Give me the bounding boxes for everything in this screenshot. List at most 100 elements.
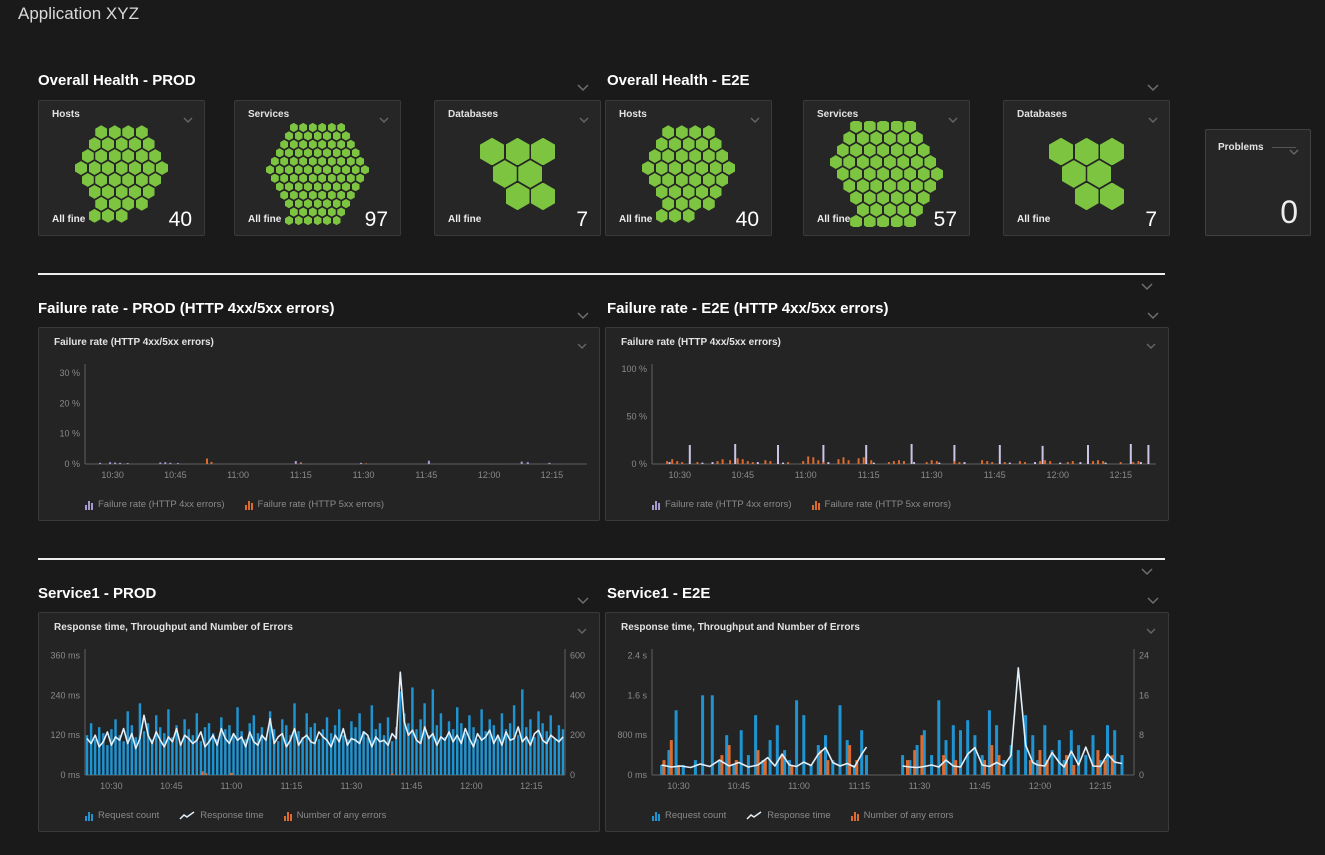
hexagon-entity[interactable] (122, 173, 134, 187)
hexagon-entity[interactable] (290, 157, 298, 166)
hexagon-entity[interactable] (656, 137, 668, 151)
legend-item[interactable]: Failure rate (HTTP 5xx errors) (245, 499, 385, 510)
hexagon-entity[interactable] (122, 197, 134, 211)
chart-tile-service-prod[interactable]: Response time, Throughput and Number of … (38, 612, 600, 832)
hexagon-entity[interactable] (323, 165, 331, 174)
hexagon-entity[interactable] (285, 182, 293, 191)
hexagon-entity[interactable] (843, 131, 855, 145)
hexagon-entity[interactable] (89, 185, 101, 199)
hexagon-entity[interactable] (884, 179, 896, 193)
hexagon-entity[interactable] (95, 149, 107, 163)
hexagon-entity[interactable] (143, 161, 155, 175)
hexagon-entity[interactable] (683, 209, 695, 223)
hexagon-entity[interactable] (904, 121, 916, 133)
hexagon-entity[interactable] (356, 174, 364, 183)
legend-item[interactable]: Response time (179, 810, 263, 821)
hexagon-entity[interactable] (109, 149, 121, 163)
hexagon-entity[interactable] (723, 161, 735, 175)
hexagon-entity[interactable] (347, 157, 355, 166)
chevron-down-icon[interactable] (1140, 563, 1154, 572)
hexagon-entity[interactable] (276, 165, 284, 174)
hexagon-entity[interactable] (716, 149, 728, 163)
hexagon-entity[interactable] (924, 155, 936, 169)
hexagon-entity[interactable] (656, 185, 668, 199)
hexagon-entity[interactable] (95, 197, 107, 211)
hexagon-entity[interactable] (843, 179, 855, 193)
hexagon-entity[interactable] (918, 167, 930, 181)
hexagon-entity[interactable] (271, 157, 279, 166)
hexagon-entity[interactable] (285, 131, 293, 140)
hexagon-entity[interactable] (290, 174, 298, 183)
hexagon-entity[interactable] (304, 131, 312, 140)
hexagon-entity[interactable] (518, 160, 542, 188)
hexagon-entity[interactable] (304, 165, 312, 174)
hexagon-entity[interactable] (314, 165, 322, 174)
hexagon-entity[interactable] (689, 149, 701, 163)
hexagon-entity[interactable] (314, 216, 322, 225)
hexagon-entity[interactable] (337, 174, 345, 183)
hexagon-entity[interactable] (333, 182, 341, 191)
hexagon-entity[interactable] (299, 157, 307, 166)
hexagon-entity[interactable] (361, 165, 369, 174)
hexagon-entity[interactable] (870, 203, 882, 217)
service-prod-chart[interactable]: 360 ms240 ms120 ms0 ms600400200010:3010:… (39, 637, 599, 799)
hexagon-entity[interactable] (333, 148, 341, 157)
service-e2e-chart[interactable]: 2.4 s1.6 s800 ms0 ms24168010:3010:4511:0… (606, 637, 1168, 799)
chevron-down-icon[interactable] (576, 307, 590, 316)
problems-tile[interactable]: Problems 0 (1205, 129, 1311, 236)
hexagon-entity[interactable] (1075, 138, 1099, 166)
chevron-down-icon[interactable] (576, 337, 590, 346)
hexagon-entity[interactable] (280, 140, 288, 149)
hexagon-entity[interactable] (333, 216, 341, 225)
hexagon-entity[interactable] (333, 199, 341, 208)
chevron-down-icon[interactable] (1145, 337, 1159, 346)
chevron-down-icon[interactable] (378, 111, 392, 120)
hexagon-entity[interactable] (309, 207, 317, 216)
hexagon-entity[interactable] (285, 216, 293, 225)
hexagon-entity[interactable] (710, 137, 722, 151)
chevron-down-icon[interactable] (1146, 307, 1160, 316)
hexagon-entity[interactable] (710, 185, 722, 199)
hexagon-entity[interactable] (689, 173, 701, 187)
hexagon-entity[interactable] (864, 191, 876, 205)
hexagon-entity[interactable] (337, 191, 345, 200)
hexagon-entity[interactable] (1100, 138, 1124, 166)
hexagon-entity[interactable] (843, 155, 855, 169)
hexagon-entity[interactable] (911, 131, 923, 145)
hexagon-entity[interactable] (102, 161, 114, 175)
hexagon-entity[interactable] (857, 155, 869, 169)
hexagon-entity[interactable] (506, 183, 530, 211)
hexagon-entity[interactable] (877, 121, 889, 133)
hexagon-entity[interactable] (314, 182, 322, 191)
hexagon-entity[interactable] (904, 191, 916, 205)
hexagon-entity[interactable] (280, 174, 288, 183)
hexagon-entity[interactable] (280, 191, 288, 200)
hexagon-entity[interactable] (136, 125, 148, 139)
hexagon-entity[interactable] (897, 131, 909, 145)
hexagon-entity[interactable] (918, 191, 930, 205)
hexagon-entity[interactable] (299, 123, 307, 132)
hexagon-entity[interactable] (318, 174, 326, 183)
hexagon-entity[interactable] (857, 179, 869, 193)
hexagon-entity[interactable] (122, 125, 134, 139)
hexagon-entity[interactable] (129, 161, 141, 175)
hexagon-entity[interactable] (314, 199, 322, 208)
hexagon-entity[interactable] (531, 183, 555, 211)
hexagon-entity[interactable] (295, 131, 303, 140)
hexagon-entity[interactable] (662, 173, 674, 187)
hexagon-entity[interactable] (318, 140, 326, 149)
hexagon-entity[interactable] (683, 137, 695, 151)
hexagon-entity[interactable] (676, 197, 688, 211)
health-tile-prod-hosts[interactable]: Hosts All fine 40 (38, 100, 205, 236)
hexagon-entity[interactable] (342, 148, 350, 157)
hexagon-entity[interactable] (850, 215, 862, 227)
hexagon-entity[interactable] (877, 191, 889, 205)
failure-prod-chart[interactable]: 30 %20 %10 %0 %10:3010:4511:0011:1511:30… (39, 352, 599, 488)
hexagon-entity[interactable] (102, 185, 114, 199)
hexagon-entity[interactable] (897, 155, 909, 169)
hexagon-entity[interactable] (89, 137, 101, 151)
hexagon-entity[interactable] (328, 140, 336, 149)
hexagon-entity[interactable] (328, 207, 336, 216)
hexagon-entity[interactable] (136, 197, 148, 211)
hexagon-entity[interactable] (662, 149, 674, 163)
